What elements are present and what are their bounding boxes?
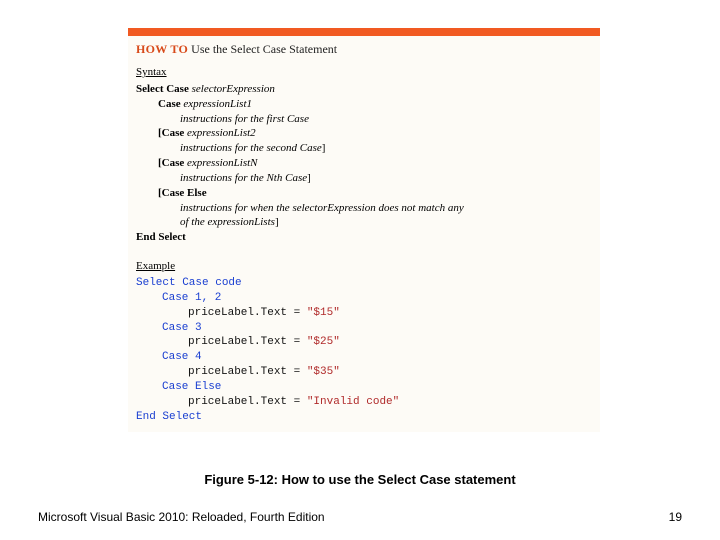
code-block: Select Case code Case 1, 2 priceLabel.Te… xyxy=(136,276,592,424)
code-text: priceLabel.Text = xyxy=(188,307,307,319)
syntax-instruction: of the expressionLists] xyxy=(136,215,592,230)
text: instructions for the Nth Case xyxy=(180,172,307,184)
text: of the expressionLists xyxy=(180,216,275,228)
howto-panel: HOW TO Use the Select Case Statement Syn… xyxy=(128,28,600,432)
footer: Microsoft Visual Basic 2010: Reloaded, F… xyxy=(38,510,682,524)
text: instructions for the second Case xyxy=(180,142,322,154)
bracket-close: ] xyxy=(322,142,326,154)
kw-case-optional: [Case xyxy=(158,127,187,139)
syntax-line: Case expressionList1 xyxy=(136,97,592,112)
example-heading: Example xyxy=(136,259,592,274)
bracket-close: ] xyxy=(275,216,279,228)
code-line: End Select xyxy=(136,410,592,425)
code-line: Case Else xyxy=(136,380,592,395)
panel-body: Syntax Select Case selectorExpression Ca… xyxy=(128,65,600,432)
code-line: Case 3 xyxy=(136,321,592,336)
syntax-line: [Case expressionListN xyxy=(136,156,592,171)
syntax-line: Select Case selectorExpression xyxy=(136,82,592,97)
page-number: 19 xyxy=(669,510,682,524)
string-literal: "Invalid code" xyxy=(307,396,399,408)
bracket-close: ] xyxy=(307,172,311,184)
kw-end-select: End Select xyxy=(136,230,592,245)
expression-list-n: expressionListN xyxy=(187,157,258,169)
syntax-instruction: instructions for the second Case] xyxy=(136,141,592,156)
code-line: Case 1, 2 xyxy=(136,291,592,306)
book-title: Microsoft Visual Basic 2010: Reloaded, F… xyxy=(38,510,325,524)
code-line: priceLabel.Text = "Invalid code" xyxy=(136,395,592,410)
string-literal: "$25" xyxy=(307,336,340,348)
syntax-heading: Syntax xyxy=(136,65,592,80)
expression-list-1: expressionList1 xyxy=(183,98,252,110)
spacer xyxy=(136,245,592,253)
syntax-line: [Case expressionList2 xyxy=(136,126,592,141)
selector-expression: selectorExpression xyxy=(192,83,275,95)
kw-select-case: Select Case xyxy=(136,83,192,95)
code-text: priceLabel.Text = xyxy=(188,396,307,408)
kw-case: Case xyxy=(158,98,183,110)
panel-header: HOW TO Use the Select Case Statement xyxy=(128,36,600,61)
howto-title: Use the Select Case Statement xyxy=(191,42,337,56)
howto-label: HOW TO xyxy=(136,42,188,56)
code-line: priceLabel.Text = "$35" xyxy=(136,365,592,380)
string-literal: "$15" xyxy=(307,307,340,319)
code-text: priceLabel.Text = xyxy=(188,336,307,348)
accent-bar xyxy=(128,28,600,36)
kw-case-optional: [Case xyxy=(158,157,187,169)
syntax-instruction: instructions for when the selectorExpres… xyxy=(136,201,592,216)
figure-caption: Figure 5-12: How to use the Select Case … xyxy=(0,472,720,487)
string-literal: "$35" xyxy=(307,366,340,378)
kw-case-else: [Case Else xyxy=(136,186,592,201)
code-line: priceLabel.Text = "$25" xyxy=(136,335,592,350)
syntax-instruction: instructions for the first Case xyxy=(136,112,592,127)
syntax-instruction: instructions for the Nth Case] xyxy=(136,171,592,186)
code-line: Select Case code xyxy=(136,276,592,291)
code-text: priceLabel.Text = xyxy=(188,366,307,378)
expression-list-2: expressionList2 xyxy=(187,127,256,139)
code-line: Case 4 xyxy=(136,350,592,365)
code-line: priceLabel.Text = "$15" xyxy=(136,306,592,321)
